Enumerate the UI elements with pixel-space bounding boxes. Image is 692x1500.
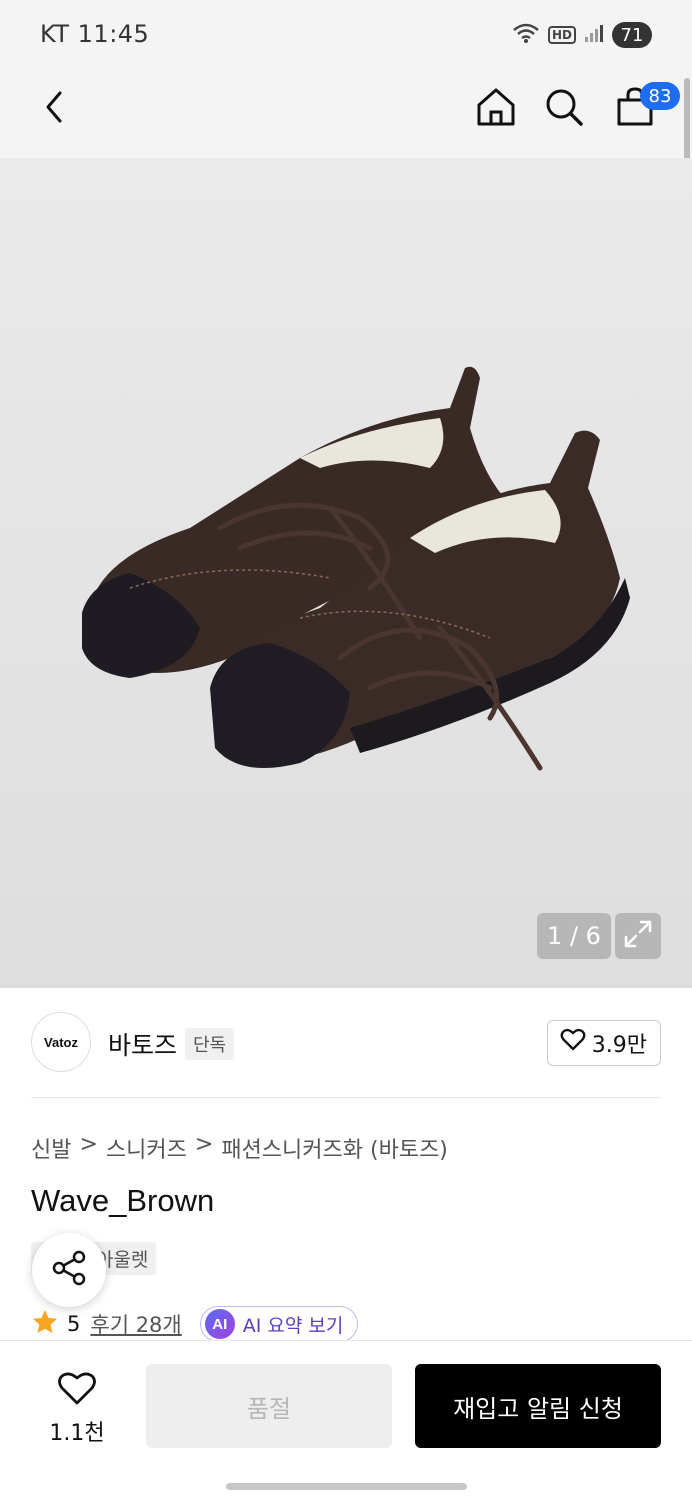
battery-indicator: 71 [612,22,652,48]
brand-exclusive-tag: 단독 [185,1028,235,1060]
cart-button[interactable]: 83 [612,82,680,132]
ai-summary-button[interactable]: AI AI 요약 보기 [199,1306,359,1342]
brand-name[interactable]: 바토즈 [108,1026,177,1062]
product-image-gallery[interactable]: 1 / 6 [0,158,692,988]
product-image-shoes [82,366,630,771]
top-navigation: 83 [0,68,692,158]
chevron-left-icon [40,89,70,129]
wishlist-count: 1.1천 [49,1421,105,1446]
brand-like-count: 3.9만 [591,1033,647,1058]
share-button[interactable] [32,1233,106,1307]
star-icon [31,1308,59,1341]
cart-count-badge: 83 [640,82,680,110]
search-icon [543,86,585,132]
hd-icon: HD [547,26,576,44]
home-button[interactable] [473,86,519,132]
heart-icon [57,1372,97,1411]
product-title: Wave_Brown [31,1183,215,1218]
ai-summary-label: AI 요약 보기 [242,1314,344,1337]
expand-icon [623,919,653,953]
status-icons: HD 71 [512,20,652,50]
home-icon [475,86,517,132]
rating-row: 5 후기 28개 AI AI 요약 보기 [31,1306,359,1342]
search-button[interactable] [541,86,587,132]
back-button[interactable] [32,86,78,132]
wifi-icon [512,22,540,48]
heart-icon [560,1028,586,1058]
brand-logo[interactable]: Vatoz [31,1012,91,1072]
soldout-button: 품절 [146,1364,392,1448]
home-indicator[interactable] [226,1483,467,1490]
breadcrumb-item[interactable]: 신발 [31,1132,71,1164]
status-time: KT 11:45 [40,20,150,48]
fullscreen-button[interactable] [615,913,661,959]
restock-alert-button[interactable]: 재입고 알림 신청 [415,1364,661,1448]
rating-value: 5 [67,1312,81,1336]
bottom-action-bar: 1.1천 품절 재입고 알림 신청 [0,1340,692,1500]
divider [31,1097,661,1098]
wishlist-button[interactable]: 1.1천 [40,1371,114,1447]
image-counter: 1 / 6 [537,913,611,959]
signal-icon [584,23,604,47]
status-bar: KT 11:45 HD 71 [0,0,692,68]
brand-like-button[interactable]: 3.9만 [546,1020,661,1066]
breadcrumb-separator: > [79,1132,98,1157]
breadcrumb: 신발 > 스니커즈 > 패션스니커즈화 (바토즈) [31,1132,448,1164]
ai-badge-icon: AI [204,1309,235,1339]
breadcrumb-separator: > [194,1132,214,1157]
brand-row: Vatoz 바토즈 단독 3.9만 [31,1012,661,1074]
review-link[interactable]: 후기 28개 [90,1309,181,1339]
breadcrumb-item[interactable]: 스니커즈 [106,1132,187,1164]
share-icon [50,1249,88,1291]
breadcrumb-item[interactable]: 패션스니커즈화 (바토즈) [221,1132,448,1164]
